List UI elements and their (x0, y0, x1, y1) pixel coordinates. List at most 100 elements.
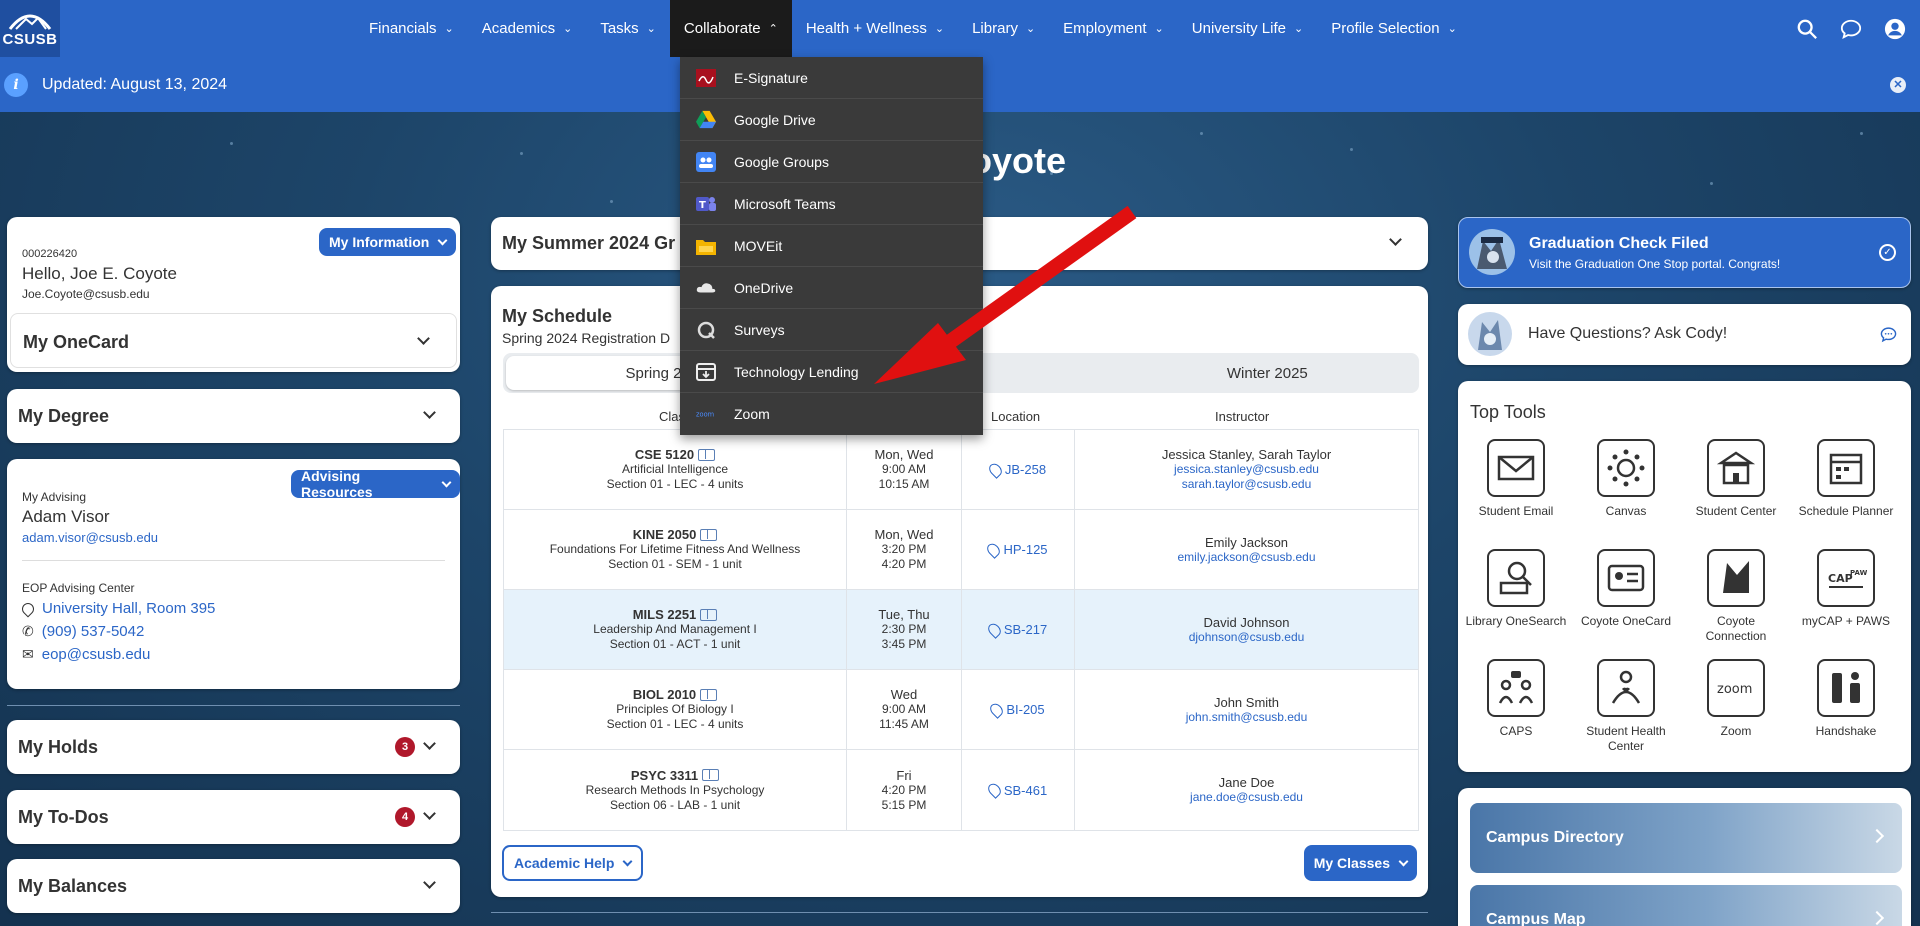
chat-icon[interactable] (1840, 18, 1862, 40)
menu-item-esignature[interactable]: E-Signature (680, 57, 983, 99)
tool-zoom[interactable]: zoom Zoom (1681, 659, 1791, 739)
degree-accordion[interactable]: My Degree (7, 389, 460, 443)
tool-student-email[interactable]: Student Email (1461, 439, 1571, 519)
nav-label: Employment (1063, 20, 1147, 37)
book-icon[interactable] (700, 608, 718, 621)
phone-text[interactable]: (909) 537-5042 (42, 623, 145, 640)
todos-accordion[interactable]: My To-Dos 4 (7, 790, 460, 844)
chevron-down-icon: ⌄ (1447, 23, 1457, 35)
tool-mycap-paws[interactable]: CAPPAWS myCAP + PAWS (1791, 549, 1901, 629)
instructor-cell: Emily Jackson emily.jackson@csusb.edu (1075, 510, 1418, 589)
room-link[interactable]: SB-217 (1004, 622, 1047, 637)
close-icon[interactable]: ✕ (1890, 76, 1906, 93)
course-days: Tue, Thu (878, 607, 930, 622)
nav-collaborate[interactable]: Collaborate ⌃ (669, 0, 792, 57)
email-text[interactable]: eop@csusb.edu (42, 646, 151, 663)
instructor-email[interactable]: djohnson@csusb.edu (1189, 630, 1305, 645)
tool-student-health-center[interactable]: Student Health Center (1571, 659, 1681, 754)
tool-label-line2: Connection (1705, 629, 1767, 643)
tool-label: Student Email (1478, 504, 1554, 518)
ask-cody-card[interactable]: Have Questions? Ask Cody! (1458, 304, 1911, 365)
nav-label: Profile Selection (1331, 20, 1440, 37)
nav-university-life[interactable]: University Life ⌄ (1178, 0, 1317, 57)
nav-library[interactable]: Library ⌄ (958, 0, 1049, 57)
room-link[interactable]: JB-258 (1005, 462, 1046, 477)
instructor-email[interactable]: jane.doe@csusb.edu (1190, 790, 1303, 805)
divider (22, 560, 445, 561)
chevron-down-icon (622, 856, 633, 866)
csusb-logo[interactable]: CSUSB (0, 0, 60, 57)
onecard-accordion[interactable]: My OneCard (10, 313, 457, 368)
advisor-email[interactable]: adam.visor@csusb.edu (22, 530, 158, 545)
center-phone: ✆ (909) 537-5042 (22, 623, 144, 640)
campus-map-banner[interactable]: Campus Map (1470, 885, 1902, 926)
user-account-icon[interactable] (1884, 18, 1906, 40)
menu-item-zoom[interactable]: zoom Zoom (680, 393, 983, 435)
course-code: MILS 2251 (632, 607, 697, 622)
nav-profile-selection[interactable]: Profile Selection ⌄ (1317, 0, 1471, 57)
nav-tasks[interactable]: Tasks ⌄ (586, 0, 670, 57)
nav-financials[interactable]: Financials ⌄ (355, 0, 468, 57)
book-icon[interactable] (700, 528, 718, 541)
menu-item-label: Google Drive (734, 111, 816, 128)
coyote-head-icon (1723, 561, 1749, 593)
academic-help-button[interactable]: Academic Help (502, 845, 644, 881)
end-time: 4:20 PM (881, 557, 927, 571)
book-icon[interactable] (698, 448, 716, 461)
book-icon[interactable] (700, 688, 718, 701)
tool-schedule-planner[interactable]: Schedule Planner (1791, 439, 1901, 519)
todos-count-badge: 4 (395, 807, 415, 827)
menu-item-label: Zoom (734, 406, 770, 422)
logo-text: CSUSB (2, 31, 58, 48)
instructor-cell: David Johnson djohnson@csusb.edu (1075, 590, 1418, 669)
chevron-down-icon: ⌄ (646, 23, 656, 35)
col-header-instructor: Instructor (1215, 409, 1270, 424)
location-cell: BI-205 (962, 670, 1075, 749)
graduation-check-card[interactable]: Graduation Check Filed Visit the Graduat… (1458, 217, 1911, 288)
instructor-email[interactable]: john.smith@csusb.edu (1186, 710, 1308, 725)
campus-directory-banner[interactable]: Campus Directory (1470, 803, 1902, 873)
tool-caps[interactable]: CAPS (1461, 659, 1571, 739)
balances-accordion[interactable]: My Balances (7, 859, 460, 913)
search-icon[interactable] (1796, 18, 1818, 40)
nav-menu: Financials ⌄ Academics ⌄ Tasks ⌄ Collaborat… (355, 0, 1471, 57)
nav-actions (1796, 0, 1906, 57)
health-person-icon (1611, 670, 1641, 704)
tool-label: Schedule Planner (1798, 504, 1894, 518)
my-classes-button[interactable]: My Classes (1303, 845, 1417, 881)
tool-student-center[interactable]: Student Center (1681, 439, 1791, 519)
instructor-email[interactable]: jessica.stanley@csusb.edu (1174, 462, 1319, 477)
tool-handshake[interactable]: Handshake (1791, 659, 1901, 739)
chevron-right-icon (1869, 910, 1885, 926)
holds-accordion[interactable]: My Holds 3 (7, 720, 460, 774)
button-label: Advising Resources (301, 468, 373, 500)
my-information-button[interactable]: My Information (319, 228, 457, 256)
tool-library-onesearch[interactable]: Library OneSearch (1461, 549, 1571, 629)
room-link[interactable]: HP-125 (1003, 542, 1047, 557)
book-icon[interactable] (702, 769, 720, 781)
mountain-logo-icon (8, 14, 52, 30)
tool-coyote-connection[interactable]: Coyote Connection (1681, 549, 1791, 644)
nav-academics[interactable]: Academics ⌄ (468, 0, 587, 57)
location-text[interactable]: University Hall, Room 395 (42, 600, 215, 617)
room-link[interactable]: BI-205 (1006, 702, 1044, 717)
instructor-email[interactable]: sarah.taylor@csusb.edu (1182, 477, 1312, 492)
tool-canvas[interactable]: Canvas (1571, 439, 1681, 519)
menu-item-google-groups[interactable]: Google Groups (680, 141, 983, 183)
room-link[interactable]: SB-461 (1004, 783, 1047, 798)
instructor-email[interactable]: emily.jackson@csusb.edu (1177, 550, 1315, 565)
tab-winter[interactable]: Winter 2025 (1116, 353, 1419, 393)
chevron-down-icon: ⌄ (1154, 23, 1164, 35)
nav-employment[interactable]: Employment ⌄ (1049, 0, 1178, 57)
start-time: 3:20 PM (881, 542, 927, 556)
advising-resources-button[interactable]: Advising Resources (291, 468, 460, 500)
menu-item-google-drive[interactable]: Google Drive (680, 99, 983, 141)
balances-title: My Balances (18, 876, 128, 896)
zoom-icon: zoom (696, 404, 716, 424)
nav-health-wellness[interactable]: Health + Wellness ⌄ (792, 0, 958, 57)
course-name: Research Methods In Psychology (585, 782, 765, 797)
button-label: Academic Help (514, 855, 615, 871)
tool-coyote-onecard[interactable]: Coyote OneCard (1571, 549, 1681, 629)
course-code: BIOL 2010 (632, 687, 697, 702)
tool-label: Library OneSearch (1465, 614, 1567, 628)
